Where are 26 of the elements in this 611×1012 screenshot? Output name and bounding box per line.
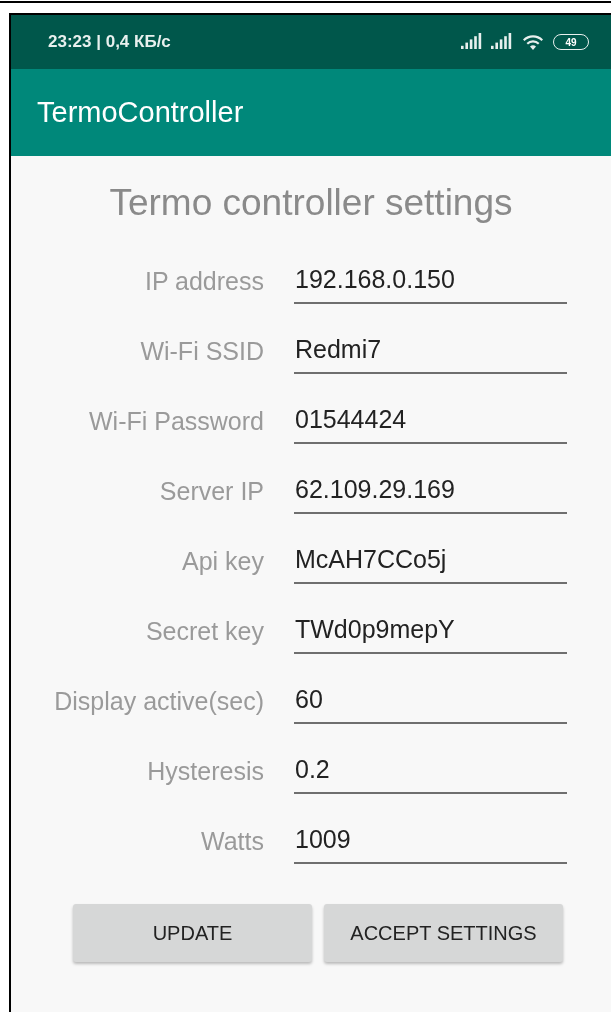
field-label: Server IP: [158, 476, 265, 506]
input-field[interactable]: TWd0p9mepY: [294, 608, 567, 654]
input-field[interactable]: 0.2: [294, 748, 567, 794]
signal-icon: [461, 33, 483, 51]
field-label: IP address: [143, 266, 265, 296]
input-field[interactable]: 60: [294, 678, 567, 724]
input-field[interactable]: Redmi7: [294, 328, 567, 374]
field-label: Secret key: [144, 616, 265, 646]
action-button[interactable]: ACCEPT SETTINGS: [324, 904, 563, 962]
input-field[interactable]: 01544424: [294, 398, 567, 444]
action-button[interactable]: UPDATE: [73, 904, 312, 962]
page-heading: Termo controller settings: [108, 182, 514, 224]
input-field[interactable]: McAH7CCo5j: [294, 538, 567, 584]
field-label: Hysteresis: [146, 756, 265, 786]
field-label: Wi-Fi Password: [88, 406, 265, 436]
status-time: 23:23 | 0,4 КБ/с: [48, 32, 172, 52]
input-field[interactable]: 1009: [294, 818, 567, 864]
field-label: Display active(sec): [53, 686, 265, 716]
field-label: Api key: [181, 546, 265, 576]
signal-icon: [491, 33, 513, 51]
input-field[interactable]: 62.109.29.169: [294, 468, 567, 514]
app-title: TermoController: [37, 96, 244, 129]
field-label: Watts: [200, 826, 265, 856]
wifi-icon: [521, 33, 545, 51]
field-label: Wi-Fi SSID: [139, 336, 265, 366]
input-field[interactable]: 192.168.0.150: [294, 258, 567, 304]
